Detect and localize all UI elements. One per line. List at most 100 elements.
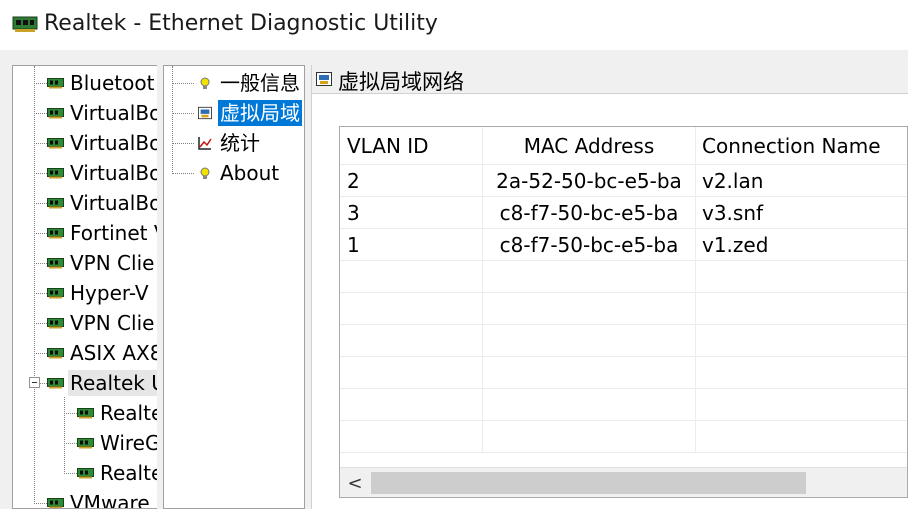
bulb-icon — [200, 77, 210, 89]
table-row[interactable]: 2 2a-52-50-bc-e5-ba v2.lan — [340, 165, 907, 197]
list-header: VLAN ID MAC Address Connection Name — [340, 127, 907, 165]
tree-connector — [172, 143, 194, 144]
category-label: 统计 — [220, 131, 260, 155]
column-header-mac-address[interactable]: MAC Address — [483, 127, 696, 165]
content-title: 虚拟局域网络 — [338, 70, 464, 94]
tree-connector — [34, 66, 35, 502]
empty-row — [340, 357, 907, 389]
network-adapter-icon — [47, 228, 64, 239]
table-row[interactable]: 1 c8-f7-50-bc-e5-ba v1.zed — [340, 229, 907, 261]
tree-connector — [34, 233, 47, 234]
stats-icon — [198, 137, 212, 150]
device-label: VirtualBo — [70, 191, 157, 215]
device-tree-item[interactable]: VMware — [47, 488, 152, 508]
device-label: WireG — [100, 431, 157, 455]
tree-connector — [34, 113, 47, 114]
connection-name-cell: v3.snf — [696, 197, 907, 229]
tree-connector — [34, 203, 47, 204]
empty-row — [340, 293, 907, 325]
device-label: Realte — [100, 461, 157, 485]
device-label: VirtualBo — [70, 101, 157, 125]
network-adapter-icon — [47, 78, 64, 89]
device-label: Realte — [100, 401, 157, 425]
tree-connector — [34, 263, 47, 264]
network-adapter-icon — [77, 408, 94, 419]
network-adapter-icon — [47, 138, 64, 149]
network-adapter-icon — [47, 108, 64, 119]
device-tree-item[interactable]: Realtek U — [47, 368, 157, 398]
device-tree-item[interactable]: VPN Clie — [47, 308, 156, 338]
category-statistics[interactable]: 统计 — [198, 128, 262, 158]
device-label: VirtualBo — [70, 131, 157, 155]
device-label: Hyper-V — [70, 281, 149, 305]
device-label: ASIX AX8 — [70, 341, 157, 365]
device-tree-item[interactable]: Realte — [77, 398, 157, 428]
device-tree-item[interactable]: Hyper-V — [47, 278, 151, 308]
tree-connector — [64, 473, 77, 474]
vlan-icon — [316, 72, 332, 86]
table-row[interactable]: 3 c8-f7-50-bc-e5-ba v3.snf — [340, 197, 907, 229]
device-tree[interactable]: Bluetoot VirtualBo VirtualBo VirtualBo Virtu… — [12, 65, 157, 509]
device-tree-item[interactable]: VirtualBo — [47, 128, 157, 158]
collapse-toggle[interactable] — [29, 377, 40, 388]
column-header-vlan-id[interactable]: VLAN ID — [340, 127, 483, 165]
empty-row — [340, 261, 907, 293]
device-tree-item[interactable]: VirtualBo — [47, 158, 157, 188]
tree-connector — [64, 443, 77, 444]
content-header: 虚拟局域网络 — [312, 65, 908, 94]
category-label: 虚拟局域 — [218, 100, 302, 126]
empty-row — [340, 325, 907, 357]
network-adapter-icon — [47, 258, 64, 269]
tree-connector — [34, 503, 47, 504]
column-header-connection-name[interactable]: Connection Name — [696, 127, 907, 165]
tree-connector — [172, 173, 194, 174]
device-tree-item[interactable]: Fortinet V — [47, 218, 157, 248]
device-label: VirtualBo — [70, 161, 157, 185]
window-title: Realtek - Ethernet Diagnostic Utility — [44, 11, 438, 36]
tree-connector — [34, 83, 47, 84]
category-tree[interactable]: 一般信息 虚拟局域 统计 About — [163, 65, 305, 509]
network-adapter-icon — [77, 438, 94, 449]
title-bar: Realtek - Ethernet Diagnostic Utility — [0, 0, 908, 50]
network-card-icon — [12, 16, 38, 32]
tree-connector — [34, 143, 47, 144]
vlan-icon — [198, 106, 212, 120]
mac-cell: c8-f7-50-bc-e5-ba — [483, 229, 696, 261]
device-tree-item[interactable]: VirtualBo — [47, 188, 157, 218]
scroll-thumb[interactable] — [371, 472, 806, 494]
tree-connector — [64, 413, 77, 414]
tree-connector — [34, 353, 47, 354]
network-adapter-icon — [47, 198, 64, 209]
network-adapter-icon — [47, 318, 64, 329]
category-about[interactable]: About — [200, 158, 281, 188]
empty-row — [340, 389, 907, 421]
network-adapter-icon — [47, 288, 64, 299]
mac-cell: 2a-52-50-bc-e5-ba — [483, 165, 696, 197]
device-tree-item[interactable]: Bluetoot — [47, 68, 156, 98]
device-label: Bluetoot — [70, 71, 155, 95]
device-tree-item[interactable]: WireG — [77, 428, 157, 458]
category-vlan[interactable]: 虚拟局域 — [198, 98, 302, 128]
connection-name-cell: v1.zed — [696, 229, 907, 261]
scroll-left-button[interactable]: < — [340, 468, 370, 497]
category-general-info[interactable]: 一般信息 — [200, 68, 302, 98]
horizontal-scrollbar[interactable]: < — [340, 467, 907, 497]
tree-connector — [34, 323, 47, 324]
device-label: Realtek U — [68, 370, 157, 396]
device-tree-item[interactable]: VPN Clie — [47, 248, 156, 278]
tree-connector — [34, 293, 47, 294]
device-tree-item[interactable]: ASIX AX8 — [47, 338, 157, 368]
device-tree-item[interactable]: Realte — [77, 458, 157, 488]
device-label: VPN Clie — [70, 251, 155, 275]
mac-cell: c8-f7-50-bc-e5-ba — [483, 197, 696, 229]
vlan-list[interactable]: VLAN ID MAC Address Connection Name 2 2a… — [339, 126, 908, 498]
device-tree-item[interactable]: VirtualBo — [47, 98, 157, 128]
bulb-icon — [200, 167, 210, 179]
connection-name-cell: v2.lan — [696, 165, 907, 197]
network-adapter-icon — [47, 378, 64, 389]
vlan-id-cell: 3 — [340, 197, 483, 229]
device-label: VPN Clie — [70, 311, 155, 335]
tree-connector — [64, 397, 65, 474]
category-label: About — [220, 161, 280, 185]
vlan-id-cell: 1 — [340, 229, 483, 261]
